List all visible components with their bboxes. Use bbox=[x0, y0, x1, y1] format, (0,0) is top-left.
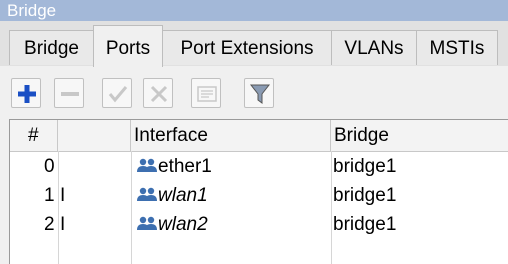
toolbar bbox=[0, 66, 508, 116]
row-index: 1 bbox=[44, 185, 55, 206]
ports-table: # Interface Bridge 0 ether1 bridge1 1 I … bbox=[9, 119, 508, 264]
column-header-interface-label: Interface bbox=[134, 125, 208, 146]
tab-mstis[interactable]: MSTIs bbox=[416, 30, 498, 65]
comment-button[interactable] bbox=[191, 78, 221, 108]
column-header-index-label: # bbox=[28, 125, 39, 146]
column-header-bridge[interactable]: Bridge bbox=[331, 120, 508, 151]
tab-port-extensions-label: Port Extensions bbox=[180, 38, 314, 59]
add-button[interactable] bbox=[11, 78, 41, 108]
tab-bridge-label: Bridge bbox=[24, 38, 79, 59]
disable-button[interactable] bbox=[143, 78, 173, 108]
row-bridge: bridge1 bbox=[333, 156, 397, 177]
tab-port-extensions[interactable]: Port Extensions bbox=[162, 30, 332, 65]
enable-button[interactable] bbox=[102, 78, 132, 108]
tab-ports-label: Ports bbox=[105, 38, 151, 59]
tab-bridge[interactable]: Bridge bbox=[9, 30, 94, 65]
row-interface: wlan1 bbox=[132, 181, 330, 210]
cross-icon bbox=[150, 85, 168, 103]
interface-name: ether1 bbox=[158, 156, 212, 177]
tab-bar: Bridge Ports Port Extensions VLANs MSTIs bbox=[0, 21, 508, 67]
interface-name: wlan1 bbox=[158, 185, 208, 206]
row-index: 0 bbox=[44, 156, 55, 177]
table-header: # Interface Bridge bbox=[10, 120, 508, 152]
title-bar[interactable]: Bridge bbox=[0, 0, 508, 21]
remove-button[interactable] bbox=[54, 78, 84, 108]
interface-icon bbox=[137, 187, 157, 201]
row-bridge: bridge1 bbox=[333, 214, 397, 235]
table-row[interactable]: 2 I wlan2 bridge1 bbox=[10, 210, 508, 239]
table-row[interactable]: 0 ether1 bridge1 bbox=[10, 152, 508, 181]
tab-vlans[interactable]: VLANs bbox=[331, 30, 417, 65]
table-row[interactable]: 1 I wlan1 bridge1 bbox=[10, 181, 508, 210]
column-header-index[interactable]: # bbox=[10, 120, 58, 151]
row-bridge: bridge1 bbox=[333, 185, 397, 206]
filter-button[interactable] bbox=[244, 78, 274, 108]
column-header-interface[interactable]: Interface bbox=[131, 120, 331, 151]
column-header-flags[interactable] bbox=[58, 120, 131, 151]
check-icon bbox=[108, 86, 128, 103]
comment-icon bbox=[197, 86, 217, 102]
column-header-bridge-label: Bridge bbox=[334, 125, 389, 146]
row-flag: I bbox=[60, 214, 66, 235]
tab-vlans-label: VLANs bbox=[344, 38, 404, 59]
remove-icon bbox=[61, 92, 79, 96]
window-title: Bridge bbox=[7, 1, 57, 20]
add-icon bbox=[18, 85, 36, 103]
interface-icon bbox=[137, 158, 157, 172]
row-interface: wlan2 bbox=[132, 210, 330, 239]
row-interface: ether1 bbox=[132, 152, 330, 181]
filter-icon bbox=[249, 84, 271, 104]
tab-mstis-label: MSTIs bbox=[429, 38, 485, 59]
interface-icon bbox=[137, 216, 157, 230]
tab-ports[interactable]: Ports bbox=[93, 25, 163, 67]
interface-name: wlan2 bbox=[158, 214, 208, 235]
row-flag: I bbox=[60, 185, 66, 206]
row-index: 2 bbox=[44, 214, 55, 235]
